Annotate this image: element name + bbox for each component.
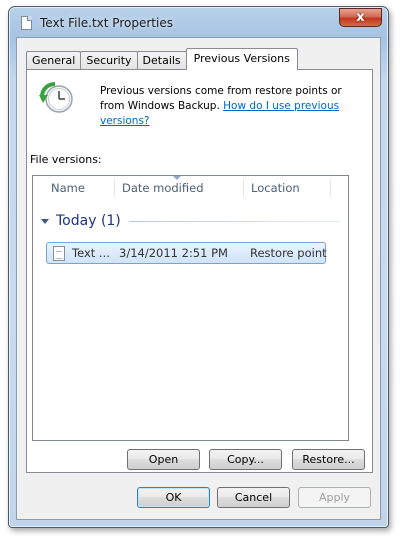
group-title: Today (1) bbox=[56, 213, 121, 229]
chevron-down-icon[interactable] bbox=[41, 218, 49, 224]
group-divider bbox=[128, 220, 340, 222]
list-header: Name Date modified Location bbox=[33, 176, 348, 200]
version-date: 3/14/2011 2:51 PM bbox=[119, 246, 228, 260]
copy-button[interactable]: Copy... bbox=[209, 449, 282, 470]
properties-window: Text File.txt Properties x General Secur… bbox=[8, 6, 389, 528]
restore-clock-icon bbox=[39, 82, 73, 113]
tab-strip: General Security Details Previous Versio… bbox=[26, 48, 298, 70]
version-name: Text ... bbox=[72, 246, 110, 260]
ok-button[interactable]: OK bbox=[137, 487, 210, 508]
dialog-client-area: General Security Details Previous Versio… bbox=[16, 37, 381, 520]
version-location: Restore point bbox=[250, 246, 327, 260]
column-location[interactable]: Location bbox=[243, 176, 300, 200]
group-header-today[interactable]: Today (1) bbox=[41, 211, 340, 231]
window-title: Text File.txt Properties bbox=[40, 16, 173, 30]
cancel-button[interactable]: Cancel bbox=[217, 487, 290, 508]
tab-details[interactable]: Details bbox=[136, 51, 187, 70]
title-bar[interactable]: Text File.txt Properties x bbox=[9, 7, 388, 37]
file-icon bbox=[21, 16, 32, 30]
column-date-modified[interactable]: Date modified bbox=[114, 176, 204, 200]
restore-button[interactable]: Restore... bbox=[292, 449, 365, 470]
file-versions-list[interactable]: Name Date modified Location Today (1) Te… bbox=[32, 175, 349, 441]
close-button[interactable]: x bbox=[339, 8, 382, 27]
column-divider[interactable] bbox=[330, 178, 331, 198]
open-button[interactable]: Open bbox=[127, 449, 200, 470]
apply-button: Apply bbox=[298, 487, 371, 508]
file-versions-label: File versions: bbox=[30, 153, 102, 166]
list-item[interactable]: Text ... 3/14/2011 2:51 PM Restore point bbox=[46, 242, 327, 264]
previous-versions-page: Previous versions come from restore poin… bbox=[26, 69, 373, 473]
info-text: Previous versions come from restore poin… bbox=[100, 84, 365, 129]
tab-security[interactable]: Security bbox=[80, 51, 138, 70]
close-icon: x bbox=[356, 10, 365, 25]
tab-general[interactable]: General bbox=[26, 51, 82, 70]
text-file-icon bbox=[53, 246, 65, 261]
column-name[interactable]: Name bbox=[43, 176, 85, 200]
tab-previous-versions[interactable]: Previous Versions bbox=[185, 48, 298, 70]
